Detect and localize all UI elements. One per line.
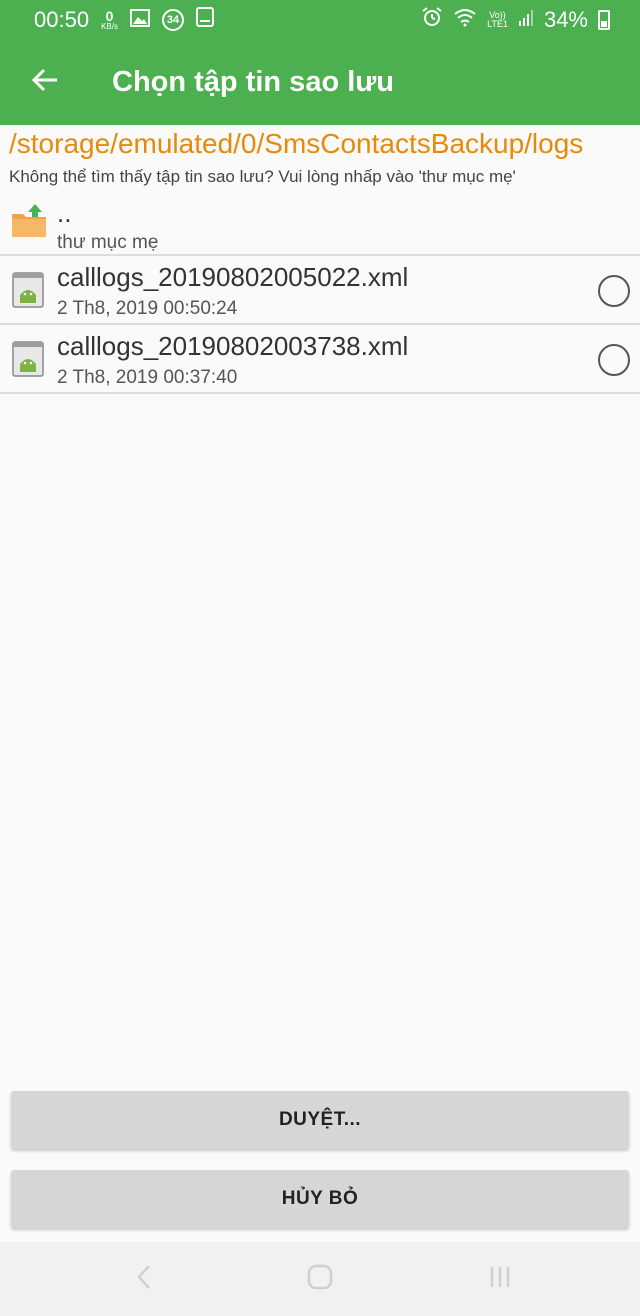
status-bar: 00:50 0 KB/s 34 Vo)) LTE1 34% <box>0 0 640 40</box>
app-bar: 00:50 0 KB/s 34 Vo)) LTE1 34% Chọn tập t… <box>0 0 640 125</box>
nav-home-icon <box>307 1264 333 1295</box>
image-icon <box>129 7 150 33</box>
status-right: Vo)) LTE1 34% <box>421 6 610 34</box>
browse-button[interactable]: DUYỆT... <box>11 1091 629 1149</box>
arrow-back-icon <box>31 68 59 97</box>
parent-folder-label: thư mục mẹ <box>57 232 159 253</box>
file-radio-button[interactable] <box>598 275 630 307</box>
signal-icon <box>518 7 534 33</box>
net-speed-unit: KB/s <box>101 22 118 31</box>
status-time: 00:50 <box>34 7 90 32</box>
file-list: .. thư mục mẹ calllogs_20190802005022.xm… <box>0 196 640 394</box>
file-name: calllogs_20190802005022.xml <box>57 262 409 292</box>
file-date: 2 Th8, 2019 00:50:24 <box>57 298 238 319</box>
nav-recents-button[interactable] <box>480 1262 520 1296</box>
file-name: calllogs_20190802003738.xml <box>57 331 409 361</box>
network-type: Vo)) LTE1 <box>487 11 508 29</box>
battery-percent: 34% <box>543 7 588 32</box>
file-row[interactable]: calllogs_20190802005022.xml 2 Th8, 2019 … <box>0 256 640 325</box>
folder-up-icon <box>11 204 47 243</box>
parent-folder-name: .. <box>57 198 72 228</box>
file-row[interactable]: calllogs_20190802003738.xml 2 Th8, 2019 … <box>0 325 640 394</box>
nav-recents-icon <box>487 1264 513 1295</box>
alarm-icon <box>421 6 443 34</box>
notification-count-badge: 34 <box>161 9 184 31</box>
nav-back-icon <box>136 1264 152 1295</box>
cancel-button[interactable]: HỦY BỎ <box>11 1170 629 1228</box>
navigation-bar <box>0 1242 640 1316</box>
net-speed: 0 KB/s <box>101 9 118 31</box>
drive-icon <box>195 7 214 33</box>
status-left: 00:50 0 KB/s 34 <box>34 7 214 33</box>
network-label-bottom: LTE1 <box>487 19 508 29</box>
nav-back-button[interactable] <box>124 1262 164 1296</box>
file-radio-button[interactable] <box>598 344 630 376</box>
android-file-icon <box>11 271 45 314</box>
wifi-icon <box>453 7 477 33</box>
nav-home-button[interactable] <box>300 1262 340 1296</box>
android-file-icon <box>11 340 45 383</box>
current-path: /storage/emulated/0/SmsContactsBackup/lo… <box>9 128 584 159</box>
net-speed-value: 0 <box>105 8 114 24</box>
battery-icon <box>598 10 610 30</box>
parent-folder-row[interactable]: .. thư mục mẹ <box>0 196 640 256</box>
page-title: Chọn tập tin sao lưu <box>112 66 394 98</box>
hint-text: Không thể tìm thấy tập tin sao lưu? Vui … <box>9 167 516 186</box>
file-date: 2 Th8, 2019 00:37:40 <box>57 367 238 388</box>
back-button[interactable] <box>0 40 90 125</box>
toolbar: Chọn tập tin sao lưu <box>0 40 640 125</box>
